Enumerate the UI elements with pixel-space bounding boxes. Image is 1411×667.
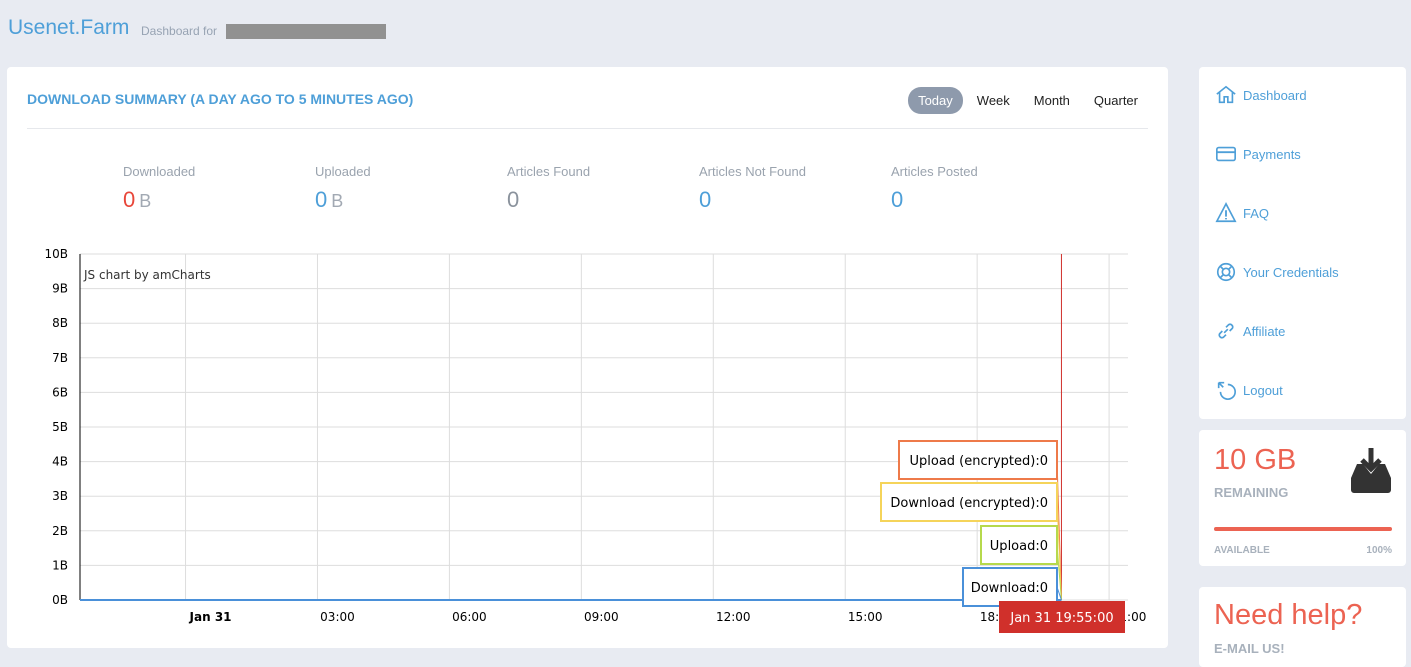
x-tick-label: 06:00 [452,610,487,624]
cursor-label: Jan 31 19:55:00 [1009,611,1113,626]
sidebar-item-label: FAQ [1243,205,1270,221]
y-tick-label: 4B [52,455,68,469]
y-tick-label: 2B [52,524,68,538]
x-tick-label: Jan 31 [189,610,232,624]
tooltip-upload: Upload:0 [990,539,1048,554]
logout-icon [1217,381,1236,400]
link-icon [1218,323,1234,339]
remaining-label: REMAINING [1214,485,1289,500]
sidebar-item-label: Dashboard [1243,87,1307,103]
remaining-card: 10 GB REMAINING AVAILABLE 100% [1199,430,1406,566]
info-icon [1215,202,1237,223]
download-summary-card: DOWNLOAD SUMMARY (A DAY AGO TO 5 MINUTES… [7,67,1168,648]
x-tick-label: 12:00 [716,610,751,624]
sidebar-nav: Dashboard Payments FAQ Your Credentials Affi… [1199,67,1406,419]
y-tick-label: 10B [44,247,68,261]
lifebuoy-icon [1216,262,1236,282]
email-us-link[interactable]: E-MAIL US! [1214,641,1285,656]
tooltip-upload-encrypted-: Upload (encrypted):0 [910,454,1049,469]
sidebar-item-faq[interactable]: FAQ [1215,202,1269,224]
y-tick-label: 3B [52,489,68,503]
amcharts-credit: JS chart by amCharts [83,268,211,282]
tooltip-download-encrypted-: Download (encrypted):0 [890,496,1048,511]
available-label: AVAILABLE [1214,545,1270,556]
sidebar-item-payments[interactable]: Payments [1215,143,1301,165]
sidebar-item-affiliate[interactable]: Affiliate [1215,320,1285,342]
sidebar-item-label: Affiliate [1243,323,1286,339]
x-tick-label: 09:00 [584,610,619,624]
y-tick-label: 5B [52,420,68,434]
sidebar-item-label: Logout [1243,382,1283,398]
y-tick-label: 8B [52,316,68,330]
sidebar-item-dashboard[interactable]: Dashboard [1215,84,1307,106]
sidebar-item-your-credentials[interactable]: Your Credentials [1215,261,1339,283]
download-chart[interactable]: 0B 1B 2B 3B 4B 5B 6B 7B 8B 9B 10B Jan 31 03:00 06:00 0… [0,0,1168,648]
help-title: Need help? [1214,599,1363,631]
credit-card-icon [1216,146,1236,162]
available-percent: 100% [1366,545,1392,556]
sidebar-item-label: Payments [1243,146,1301,162]
help-card: Need help? E-MAIL US! [1199,587,1406,667]
x-tick-label: 03:00 [320,610,355,624]
y-tick-label: 9B [52,282,68,296]
x-tick-label: 15:00 [848,610,883,624]
download-tray-icon [1351,448,1391,493]
y-tick-label: 1B [52,558,68,572]
sidebar-item-logout[interactable]: Logout [1215,379,1283,401]
y-tick-label: 7B [52,351,68,365]
sidebar-item-label: Your Credentials [1243,264,1339,280]
available-progress [1214,527,1392,531]
y-tick-label: 0B [52,593,68,607]
home-icon [1216,85,1236,104]
remaining-amount: 10 GB [1214,444,1297,476]
tooltip-download: Download:0 [971,581,1048,596]
y-tick-label: 6B [52,385,68,399]
